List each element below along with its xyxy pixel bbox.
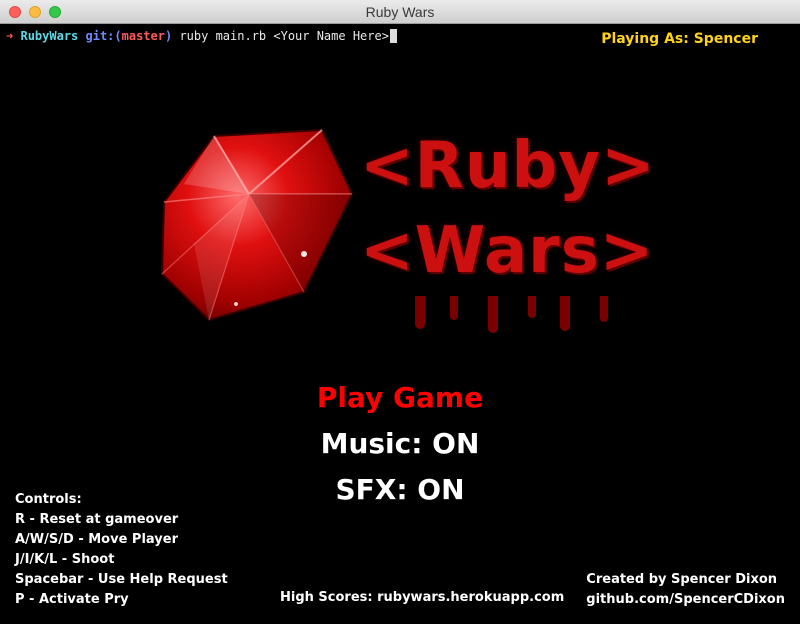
window-titlebar[interactable]: Ruby Wars	[0, 0, 800, 24]
control-item-reset: R - Reset at gameover	[15, 512, 179, 527]
music-toggle-menu-item[interactable]: Music: ON	[0, 427, 800, 460]
logo-title-line2: <Wars>	[360, 214, 655, 288]
window-title: Ruby Wars	[365, 4, 435, 20]
blood-drips-icon	[415, 296, 608, 333]
ruby-gem-icon	[160, 128, 354, 322]
control-item-shoot: J/I/K/L - Shoot	[15, 552, 115, 567]
author-credit: Created by Spencer Dixon	[586, 572, 778, 587]
github-link: github.com/SpencerCDixon	[586, 592, 785, 607]
prompt-git-label: git:(	[85, 29, 122, 43]
high-scores-link: High Scores: rubywars.herokuapp.com	[280, 590, 565, 605]
prompt-arrow-icon: ➜	[6, 29, 14, 43]
control-item-help: Spacebar - Use Help Request	[15, 572, 228, 587]
control-item-move: A/W/S/D - Move Player	[15, 532, 178, 547]
prompt-command: ruby main.rb <Your Name Here>	[172, 29, 389, 43]
logo-title-line1: <Ruby>	[360, 129, 656, 203]
credits-panel: Created by Spencer Dixon github.com/Spen…	[586, 570, 785, 610]
prompt-branch: master	[121, 29, 165, 43]
terminal-prompt: ➜ RubyWars git:(master) ruby main.rb <Yo…	[6, 28, 397, 44]
game-screen[interactable]: ➜ RubyWars git:(master) ruby main.rb <Yo…	[0, 24, 800, 624]
playing-as-label: Playing As: Spencer	[601, 31, 758, 47]
controls-panel: Controls: R - Reset at gameover A/W/S/D …	[15, 490, 228, 610]
prompt-directory: RubyWars	[20, 29, 79, 43]
control-item-pry: P - Activate Pry	[15, 592, 129, 607]
text-cursor	[389, 29, 397, 43]
play-game-menu-item[interactable]: Play Game	[0, 381, 800, 414]
controls-title: Controls:	[15, 492, 82, 507]
